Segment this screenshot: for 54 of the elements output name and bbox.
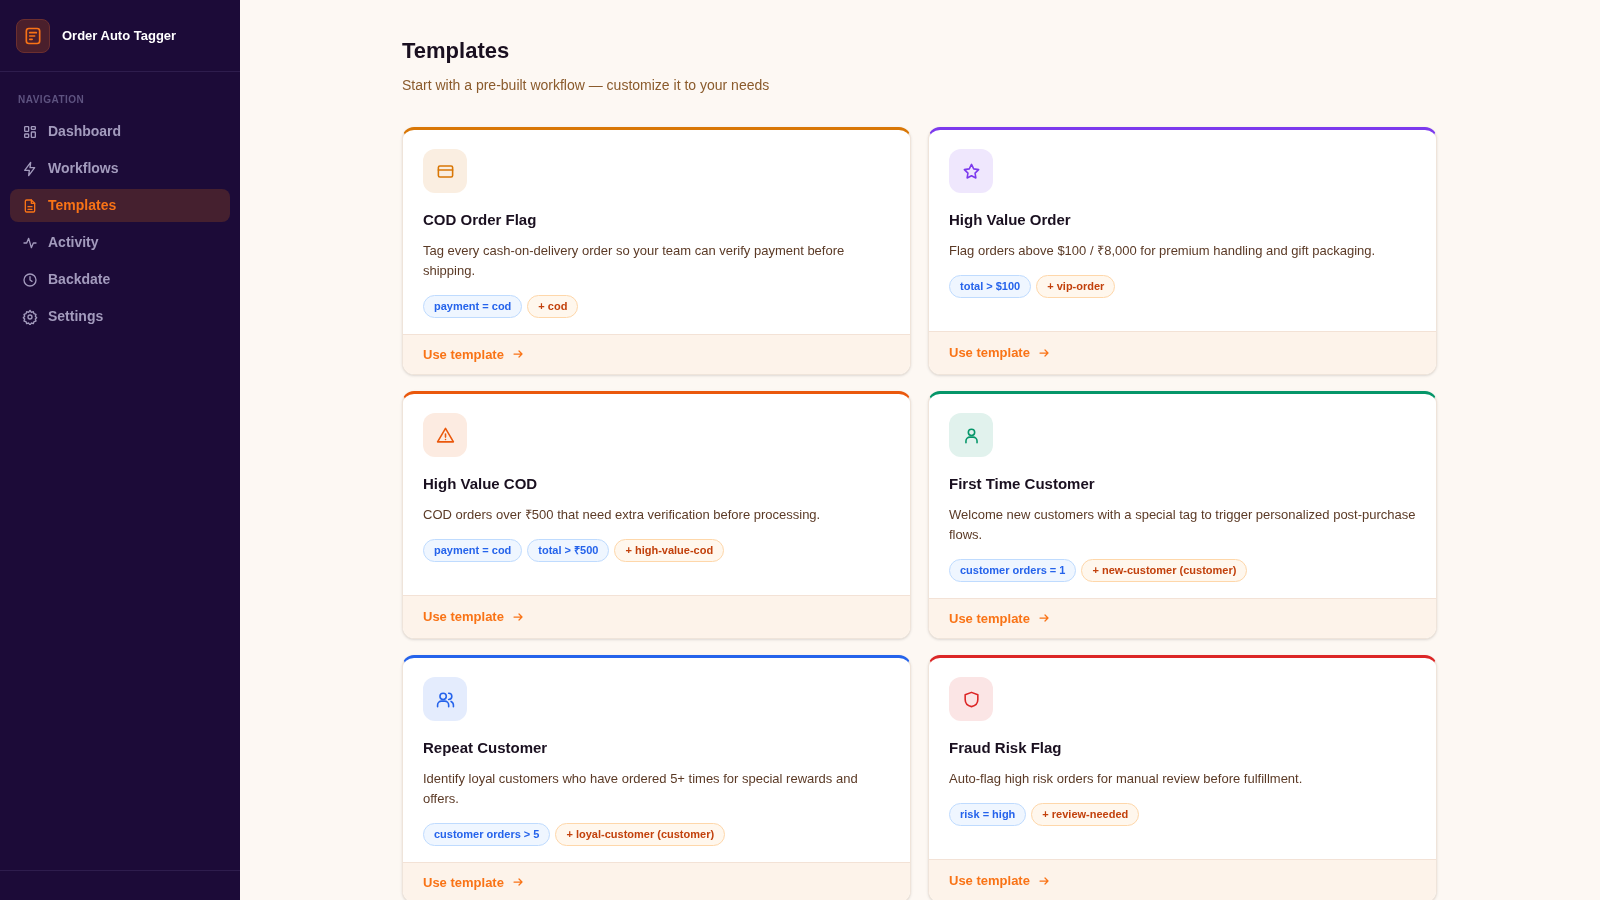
tag-chip: + review-needed (1031, 802, 1140, 826)
use-template-link[interactable]: Use template (949, 608, 1050, 628)
app-logo-icon (16, 18, 50, 53)
app-title: Order Auto Tagger (62, 26, 177, 45)
nav-item[interactable]: Dashboard (10, 115, 230, 148)
settings-icon (22, 308, 38, 325)
use-template-link[interactable]: Use template (949, 871, 1050, 891)
use-template-link[interactable]: Use template (423, 344, 524, 364)
tag-chip: + vip-order (1036, 274, 1116, 298)
tag-chip: + high-value-cod (614, 538, 725, 562)
tag-chip: + new-customer (customer) (1081, 558, 1248, 582)
tag-chip: + cod (527, 294, 579, 318)
page-title: Templates (402, 37, 511, 65)
card-description: Tag every cash-on-delivery order so your team can verify payment before shipping. (423, 241, 846, 280)
nav-item[interactable]: Templates (10, 189, 230, 222)
condition-chip: total > $100 (949, 274, 1032, 298)
card-description: Welcome new customers with a special tag to trigger personalized post-purchase flows. (949, 505, 1416, 544)
star-icon (961, 161, 981, 181)
card-description: Flag orders above $100 / ₹8,000 for premium handling and gift packaging. (949, 241, 1377, 260)
card-title: Repeat Customer (423, 738, 549, 758)
card-title: COD Order Flag (423, 210, 538, 230)
shield-icon (961, 689, 981, 709)
card-title: First Time Customer (949, 474, 1096, 494)
page-subtitle: Start with a pre-built workflow — customize it to your needs (402, 76, 771, 95)
tag-chip: + loyal-customer (customer) (555, 822, 726, 846)
arrow-right-icon (511, 611, 524, 623)
nav-item[interactable]: Backdate (10, 263, 230, 296)
document-icon (22, 197, 38, 214)
nav-item[interactable]: Activity (10, 226, 230, 259)
card-description: Auto-flag high risk orders for manual review before fulfillment. (949, 769, 1304, 788)
card-title: High Value Order (949, 210, 1072, 230)
condition-chip: customer orders > 5 (423, 822, 551, 846)
section-label: NAVIGATION (17, 93, 86, 107)
users-icon (435, 689, 455, 709)
use-template-link[interactable]: Use template (949, 343, 1050, 363)
lightning-icon (22, 160, 38, 177)
grid-icon (22, 123, 38, 140)
condition-chip: risk = high (949, 802, 1027, 826)
nav-item[interactable]: Workflows (10, 152, 230, 185)
arrow-right-icon (1037, 347, 1050, 359)
condition-chip: customer orders = 1 (949, 558, 1077, 582)
condition-chip: payment = cod (423, 538, 523, 562)
card-description: Identify loyal customers who have ordered 5+ times for special rewards and offers. (423, 769, 859, 808)
use-template-link[interactable]: Use template (423, 607, 524, 627)
condition-chip: total > ₹500 (527, 538, 610, 562)
card-title: High Value COD (423, 474, 539, 494)
nav-item[interactable]: Settings (10, 300, 230, 333)
warning-icon (435, 425, 455, 445)
card-description: COD orders over ₹500 that need extra verification before processing. (423, 505, 822, 524)
card-title: Fraud Risk Flag (949, 738, 1063, 758)
use-template-link[interactable]: Use template (423, 872, 524, 892)
arrow-right-icon (1037, 875, 1050, 887)
clock-icon (22, 271, 38, 288)
condition-chip: payment = cod (423, 294, 523, 318)
